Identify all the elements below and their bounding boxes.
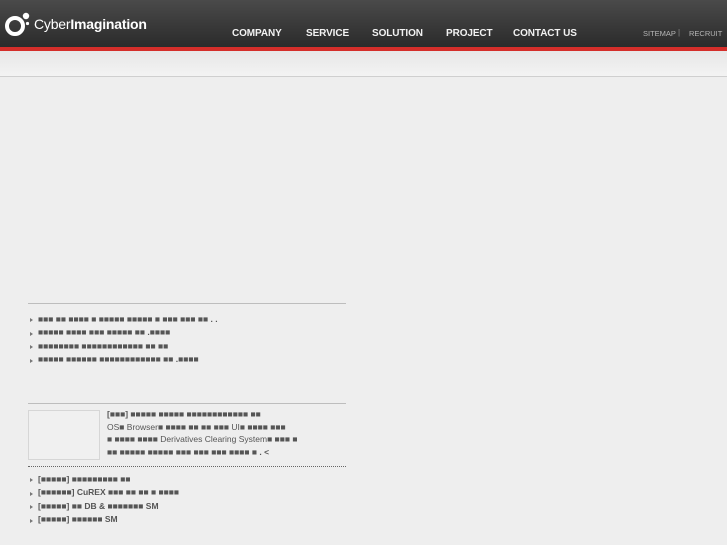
bullet-arrow-icon: [30, 478, 33, 483]
nav-company[interactable]: COMPANY: [232, 28, 282, 39]
featured-project-description[interactable]: [■■■] ■■■■■ ■■■■■ ■■■■■■■■■■■■ ■■ OS■ Br…: [107, 408, 347, 458]
project-thumbnail[interactable]: [28, 410, 100, 460]
bullet-arrow-icon: [30, 318, 33, 323]
logo-icon: [5, 12, 30, 36]
news-list: ■■■ ■■ ■■■■ ■ ■■■■■ ■■■■■ ■ ■■■ ■■■ ■■ .…: [30, 312, 350, 366]
news-item[interactable]: ■■■ ■■ ■■■■ ■ ■■■■■ ■■■■■ ■ ■■■ ■■■ ■■ .…: [30, 312, 350, 326]
nav-service[interactable]: SERVICE: [306, 28, 349, 39]
nav-contact-us[interactable]: CONTACT US: [513, 28, 577, 39]
sub-navigation-bar: [0, 51, 727, 77]
project-item[interactable]: [■■■■■] ■■ DB & ■■■■■■■ SM: [30, 499, 350, 513]
bullet-arrow-icon: [30, 505, 33, 510]
bullet-arrow-icon: [30, 358, 33, 363]
news-item[interactable]: ■■■■■ ■■■■ ■■■ ■■■■■ ■■ .■■■■: [30, 326, 350, 340]
sitemap-link[interactable]: SITEMAP: [643, 29, 676, 38]
project-item[interactable]: [■■■■■] ■■■■■■ SM: [30, 513, 350, 527]
news-item[interactable]: ■■■■■ ■■■■■■ ■■■■■■■■■■■■ ■■ .■■■■: [30, 353, 350, 367]
top-header: CyberImagination COMPANY SERVICE SOLUTIO…: [0, 0, 727, 47]
project-item[interactable]: [■■■■■] ■■■■■■■■■ ■■: [30, 472, 350, 486]
project-list: [■■■■■] ■■■■■■■■■ ■■ [■■■■■■] CuREX ■■■ …: [30, 472, 350, 526]
news-item[interactable]: ■■■■■■■■ ■■■■■■■■■■■■ ■■ ■■: [30, 339, 350, 353]
project-top-divider: [28, 403, 346, 404]
bullet-arrow-icon: [30, 345, 33, 350]
logo[interactable]: CyberImagination: [4, 9, 147, 39]
bullet-arrow-icon: [30, 518, 33, 523]
bullet-arrow-icon: [30, 491, 33, 496]
bullet-arrow-icon: [30, 331, 33, 336]
recruit-link[interactable]: RECRUIT: [689, 29, 722, 38]
logo-text: CyberImagination: [34, 16, 147, 32]
project-item[interactable]: [■■■■■■] CuREX ■■■ ■■ ■■ ■ ■■■■: [30, 486, 350, 500]
util-separator: |: [678, 28, 681, 37]
project-dotted-divider: [28, 466, 346, 467]
nav-solution[interactable]: SOLUTION: [372, 28, 423, 39]
nav-project[interactable]: PROJECT: [446, 28, 493, 39]
news-top-divider: [28, 303, 346, 304]
